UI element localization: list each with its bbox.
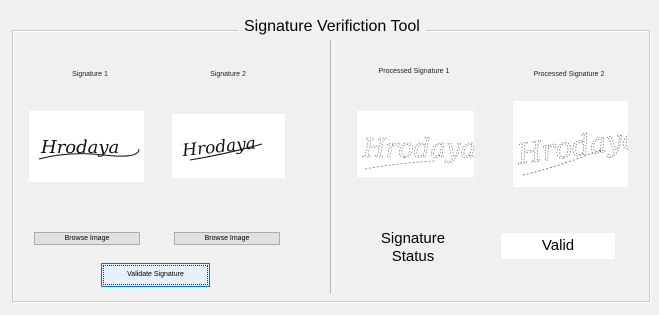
- panel-title: Signature Verifiction Tool: [238, 18, 426, 36]
- processed-signature-1-image: Hrodaya: [357, 111, 474, 177]
- browse-image-1-button[interactable]: Browse Image: [34, 232, 140, 245]
- processed-signature-2-label: Processed Signature 2: [533, 71, 605, 78]
- signature-2-label: Signature 2: [210, 71, 246, 78]
- processed-signature-1-handwriting: Hrodaya: [362, 134, 474, 164]
- browse-image-2-button[interactable]: Browse Image: [174, 232, 280, 245]
- signature-status-value: Valid: [501, 233, 615, 259]
- processed-signature-2-image: Hrodaya: [513, 101, 628, 187]
- processed-signature-1-label: Processed Signature 1: [378, 68, 450, 75]
- signature-2-image: Hrodaya: [172, 114, 285, 178]
- signature-1-handwriting: Hrodaya: [40, 137, 119, 158]
- validate-signature-button[interactable]: Validate Signature: [101, 263, 210, 287]
- signature-1-image: Hrodaya: [29, 111, 144, 182]
- signature-status-label: Signature Status: [380, 230, 446, 265]
- panel-divider: [330, 40, 334, 293]
- processed-signature-2-handwriting: Hrodaya: [514, 121, 628, 171]
- signature-1-label: Signature 1: [72, 71, 108, 78]
- signature-2-handwriting: Hrodaya: [180, 134, 257, 162]
